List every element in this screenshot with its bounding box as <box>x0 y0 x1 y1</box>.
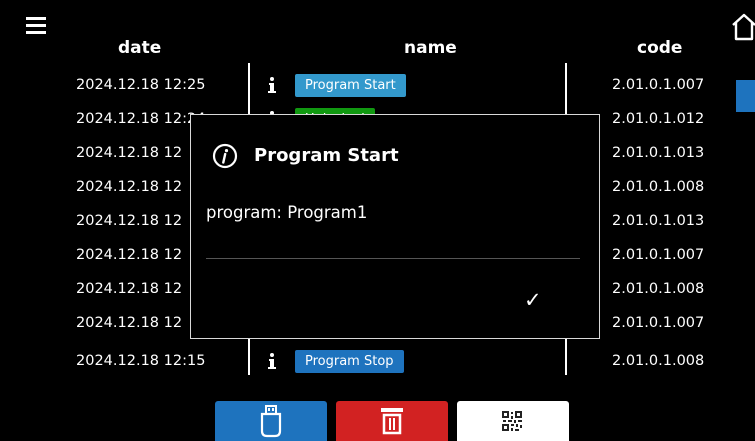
usb-drive-icon <box>260 405 282 438</box>
row-date: 2024.12.18 12 <box>76 281 183 297</box>
row-code: 2.01.0.1.007 <box>612 315 705 331</box>
column-header-date: date <box>118 38 162 58</box>
row-code: 2.01.0.1.008 <box>612 281 705 297</box>
usb-export-button[interactable] <box>215 401 327 441</box>
row-code: 2.01.0.1.013 <box>612 145 705 161</box>
row-date: 2024.12.18 12 <box>76 179 183 195</box>
menu-icon[interactable] <box>26 17 46 34</box>
row-code: 2.01.0.1.008 <box>612 179 705 195</box>
row-code: 2.01.0.1.013 <box>612 213 705 229</box>
info-icon[interactable] <box>266 76 278 94</box>
row-date: 2024.12.18 12:24 <box>76 111 206 127</box>
info-circle-icon <box>212 143 238 169</box>
table-row[interactable]: 2024.12.18 12:25 Program Start 2.01.0.1.… <box>0 68 730 102</box>
qr-code-button[interactable] <box>457 401 569 441</box>
dialog-title: Program Start <box>254 145 399 166</box>
event-badge[interactable]: Program Start <box>295 74 406 97</box>
row-date: 2024.12.18 12 <box>76 247 183 263</box>
row-date: 2024.12.18 12 <box>76 145 183 161</box>
row-date: 2024.12.18 12:15 <box>76 353 206 369</box>
column-header-name: name <box>404 38 457 58</box>
scrollbar-thumb[interactable] <box>736 80 755 112</box>
event-badge[interactable]: Program Stop <box>295 350 404 373</box>
row-code: 2.01.0.1.012 <box>612 111 705 127</box>
row-code: 2.01.0.1.008 <box>612 353 705 369</box>
trash-icon <box>381 408 403 435</box>
row-date: 2024.12.18 12 <box>76 213 183 229</box>
row-date: 2024.12.18 12:25 <box>76 77 206 93</box>
row-code: 2.01.0.1.007 <box>612 247 705 263</box>
table-row[interactable]: 2024.12.18 12:15 Program Stop 2.01.0.1.0… <box>0 344 730 378</box>
confirm-check-button[interactable]: ✓ <box>524 288 542 312</box>
dialog-divider <box>206 258 580 259</box>
info-icon[interactable] <box>266 352 278 370</box>
column-header-code: code <box>637 38 683 58</box>
event-details-dialog: Program Start program: Program1 ✓ <box>190 114 600 339</box>
row-date: 2024.12.18 12 <box>76 315 183 331</box>
delete-button[interactable] <box>336 401 448 441</box>
dialog-body-text: program: Program1 <box>206 203 368 222</box>
row-code: 2.01.0.1.007 <box>612 77 705 93</box>
qr-code-icon <box>501 410 523 432</box>
home-icon[interactable] <box>731 13 755 41</box>
